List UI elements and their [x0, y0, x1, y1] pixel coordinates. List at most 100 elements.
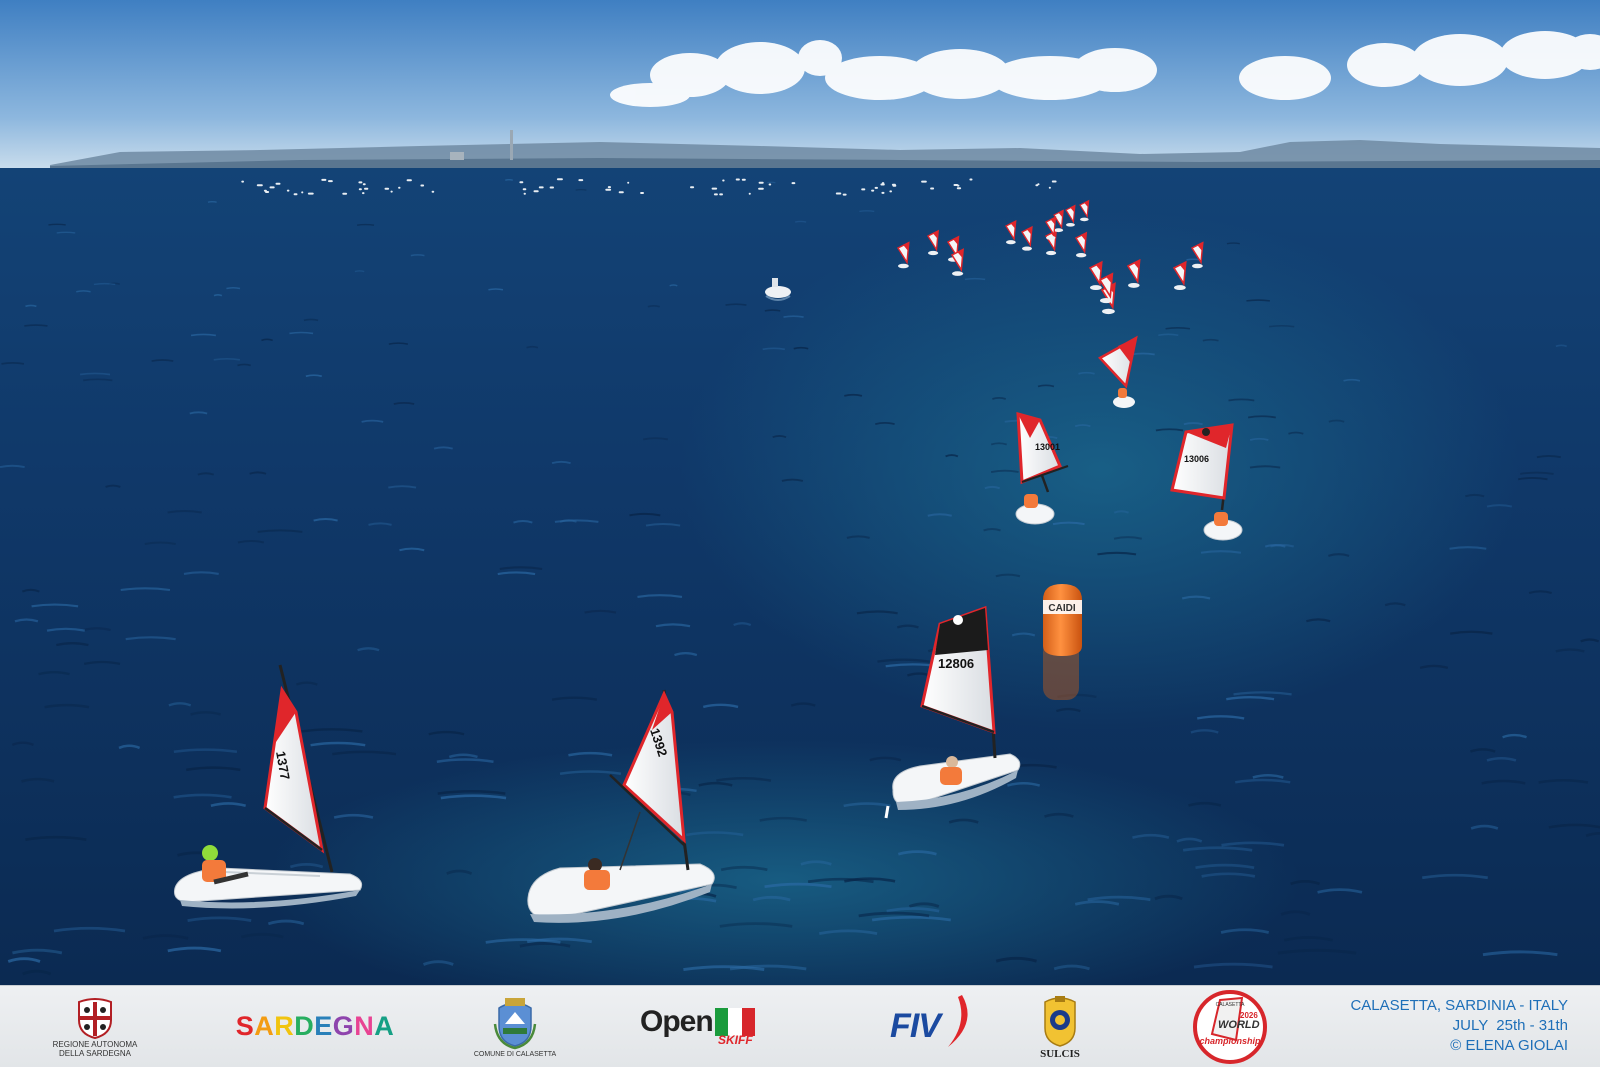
ripple — [1227, 243, 1240, 244]
ripple — [76, 291, 90, 292]
sardegna-letter: E — [314, 1011, 333, 1041]
ripple — [208, 202, 217, 203]
distant-boat — [257, 184, 263, 186]
ripple — [226, 288, 240, 289]
distant-boat — [557, 178, 563, 180]
sardegna-letter: N — [354, 1011, 374, 1041]
distant-boat — [640, 192, 644, 194]
sardegna-letter: A — [374, 1011, 394, 1041]
distant-boat — [608, 186, 611, 188]
distant-boat — [270, 186, 275, 188]
distant-boat — [792, 182, 796, 184]
distant-boat — [1052, 181, 1057, 183]
distant-boat — [861, 188, 865, 190]
ripple — [48, 224, 65, 225]
badge-world-text: WORLD — [1218, 1019, 1260, 1031]
distant-boat — [759, 182, 764, 184]
ripple — [527, 347, 538, 348]
ripple — [965, 279, 985, 280]
distant-boat — [287, 190, 290, 192]
distant-boat — [362, 192, 365, 194]
ripple — [357, 225, 374, 226]
distant-boat — [398, 187, 400, 189]
badge-bottom-text: championship — [1199, 1036, 1261, 1046]
ripple — [57, 232, 75, 233]
distant-boat — [276, 183, 281, 185]
italian-flag-icon — [715, 1008, 755, 1036]
event-location: CALASETTA, SARDINIA - ITALY — [1350, 996, 1568, 1016]
regatta-photo: CAIDI 1377 1392 12806 — [0, 0, 1600, 985]
sponsor-footer: REGIONE AUTONOMA DELLA SARDEGNA SARDEGNA… — [0, 985, 1600, 1067]
distant-boat — [328, 180, 333, 182]
distant-boat — [605, 189, 611, 191]
distant-boat — [749, 193, 751, 195]
ripple — [670, 285, 678, 286]
distant-boat — [714, 193, 718, 195]
distant-boat — [871, 190, 874, 192]
distant-boat — [712, 188, 718, 190]
ripple — [1166, 328, 1190, 329]
distant-boat — [308, 193, 314, 195]
distant-boat — [758, 188, 764, 190]
ripple — [289, 333, 313, 334]
distant-boat — [742, 179, 746, 181]
distant-boat — [523, 188, 527, 190]
distant-boat — [881, 192, 884, 194]
distant-boat — [385, 188, 390, 190]
distant-boat — [880, 184, 884, 186]
distant-boat — [294, 193, 298, 195]
sardinia-coat-of-arms-icon — [75, 996, 115, 1040]
ripple — [214, 295, 222, 296]
calasetta-crest-icon — [493, 994, 537, 1050]
distant-boat — [736, 179, 740, 181]
badge-year-text: 2026 — [1240, 1011, 1258, 1020]
ripple — [726, 304, 747, 305]
ripple — [488, 289, 503, 290]
fiv-wordmark: FIV — [890, 1007, 940, 1045]
sardegna-letter: G — [333, 1011, 355, 1041]
distant-boat — [889, 190, 892, 192]
fiv-sail-swoosh-icon — [938, 993, 978, 1053]
distant-boat — [690, 186, 694, 188]
distant-boat — [921, 181, 927, 183]
sardegna-wordmark: SARDEGNA — [236, 1011, 395, 1042]
ripple — [765, 310, 780, 311]
sail-number-12806: 12806 — [938, 656, 974, 671]
logo-sardegna-brand: SARDEGNA — [215, 986, 415, 1067]
distant-boat — [363, 183, 366, 185]
distant-boat — [1035, 184, 1038, 186]
distant-boat — [321, 179, 326, 181]
distant-boat — [627, 182, 629, 184]
open-wordmark: Open — [640, 1005, 713, 1039]
distant-boat — [519, 181, 523, 183]
logo-open-skiff: Open SKIFF — [640, 986, 790, 1067]
distant-boat — [619, 191, 624, 193]
ripple — [794, 348, 809, 349]
ripple — [648, 306, 660, 307]
logo-comune-calasetta: COMUNE DI CALASETTA — [470, 986, 560, 1067]
distant-boat — [969, 179, 972, 181]
ripple — [304, 319, 318, 320]
sail-number-13006: 13006 — [1184, 454, 1209, 464]
distant-boat — [930, 188, 934, 190]
distant-boat — [875, 187, 878, 189]
ripple — [411, 255, 425, 256]
distant-boat — [1049, 187, 1051, 189]
distant-boat — [769, 184, 772, 186]
ripple — [25, 305, 36, 306]
skiff-wordmark: SKIFF — [718, 1033, 753, 1047]
calasetta-caption: COMUNE DI CALASETTA — [474, 1050, 556, 1059]
ripple — [1246, 300, 1269, 301]
distant-boat — [892, 184, 896, 186]
photo-credit: © ELENA GIOLAI — [1350, 1036, 1568, 1056]
distant-boat — [836, 193, 842, 195]
regione-caption-line2: DELLA SARDEGNA — [59, 1049, 131, 1058]
distant-boat — [432, 191, 435, 193]
logo-worlds-2026: CALASETTA WORLD 2026 championship — [1180, 986, 1280, 1067]
distant-boat — [407, 179, 412, 181]
ripple — [94, 284, 115, 285]
regione-caption-line1: REGIONE AUTONOMA — [53, 1040, 138, 1049]
distant-boat — [301, 191, 303, 193]
badge-top-text: CALASETTA — [1216, 1002, 1245, 1008]
distant-boat — [722, 180, 724, 182]
